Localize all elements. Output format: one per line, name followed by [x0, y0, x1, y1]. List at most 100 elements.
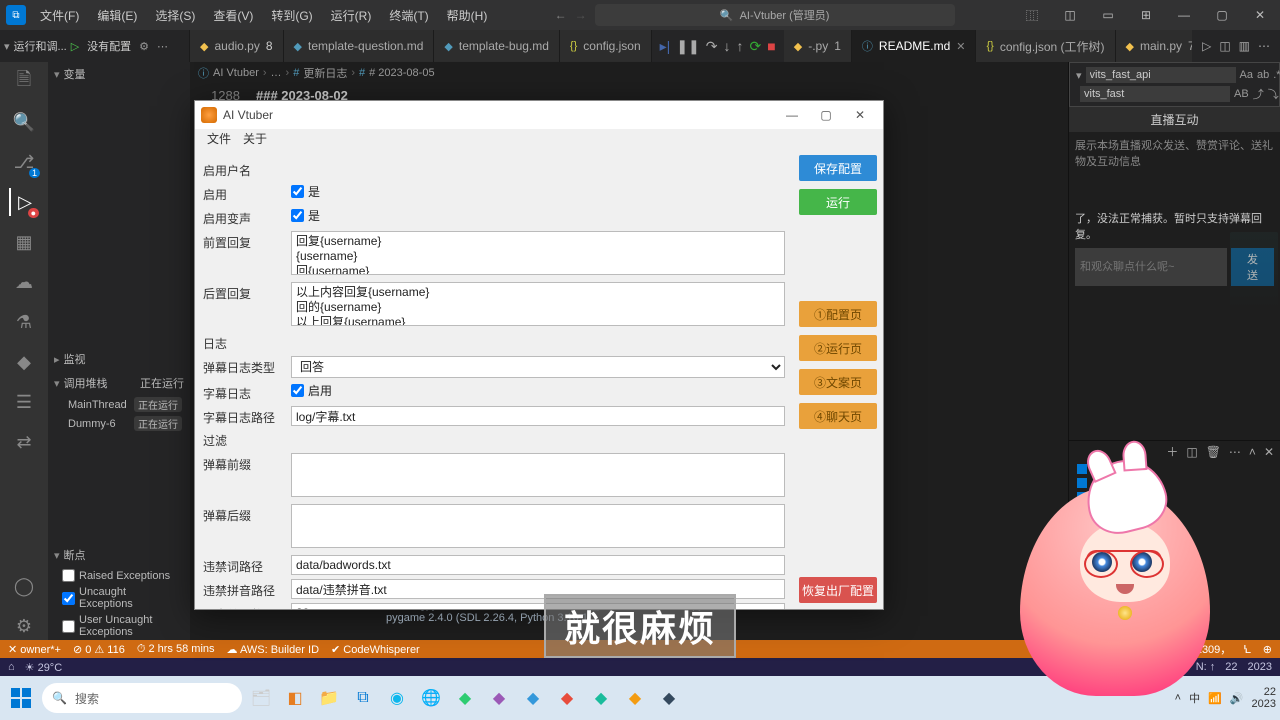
task-vscode-icon[interactable]: ⧉ [348, 683, 378, 713]
whole-word-icon[interactable]: ab [1257, 69, 1269, 81]
post-reply-textarea[interactable]: 以上内容回复{username} 回的{username} 以上回复{usern… [291, 282, 785, 326]
sys-weather[interactable]: ☀ 29°C [25, 661, 63, 674]
maximize-icon[interactable]: ▢ [1204, 1, 1240, 29]
enable-checkbox[interactable] [291, 185, 304, 198]
terminal-row[interactable]: Python Deb... [1069, 532, 1280, 546]
task-edge-icon[interactable]: ◉ [382, 683, 412, 713]
task-app4-icon[interactable]: ◆ [518, 683, 548, 713]
section-breakpoints[interactable]: ▾断点 [48, 543, 190, 567]
breakpoint-row[interactable]: Uncaught Exceptions [48, 584, 190, 612]
editor-actions[interactable]: ▷ ◫ ▥ ⋯ [1192, 30, 1280, 62]
task-app8-icon[interactable]: ◆ [654, 683, 684, 713]
debug-icon[interactable]: ▷● [9, 188, 37, 216]
tray-volume-icon[interactable]: 🔊 [1230, 692, 1244, 705]
terminal-row[interactable]: Python Deb... [1069, 504, 1280, 518]
run-file-icon[interactable]: ▷ [1202, 39, 1211, 53]
debug-stop-icon[interactable]: ■ [767, 38, 775, 54]
more-icon[interactable]: ⋯ [153, 40, 172, 53]
tab-dash-py[interactable]: ◆-.py1 [784, 30, 852, 62]
remote-icon[interactable]: ☁ [10, 268, 38, 296]
run-config[interactable]: 没有配置 [87, 38, 131, 54]
layout-icon-4[interactable]: ⊞ [1128, 1, 1164, 29]
menu-run[interactable]: 运行(R) [323, 3, 380, 28]
minimize-icon[interactable]: — [1166, 1, 1202, 29]
menu-goto[interactable]: 转到(G) [263, 3, 320, 28]
task-app2-icon[interactable]: ◆ [450, 683, 480, 713]
tab-config-worktree[interactable]: {}config.json (工作树) [976, 30, 1115, 62]
tab-template-question[interactable]: ◆template-question.md [284, 30, 435, 62]
crumb[interactable]: # 2023-08-05 [369, 67, 434, 79]
bp-checkbox[interactable] [62, 592, 75, 605]
regex-icon[interactable]: .* [1273, 69, 1280, 81]
terminal-row[interactable]: cmd [1069, 476, 1280, 490]
account-icon[interactable]: ◯ [10, 572, 38, 600]
start-button[interactable] [4, 681, 38, 715]
explorer-icon[interactable]: 🗎 [10, 68, 38, 96]
thread-row[interactable]: MainThread正在运行 [48, 395, 190, 414]
nav-fwd-icon[interactable]: → [575, 8, 587, 22]
bookmark-icon[interactable]: ☰ [10, 388, 38, 416]
match-case-icon[interactable]: Aa [1240, 69, 1253, 81]
task-app6-icon[interactable]: ◆ [586, 683, 616, 713]
statusbar-system[interactable]: ⌂ ☀ 29°C RAM 85% CPU ▓ N: ↑ 22 2023 [0, 658, 1280, 676]
crumb[interactable]: AI Vtuber [213, 67, 259, 79]
task-app5-icon[interactable]: ◆ [552, 683, 582, 713]
tab-config-json[interactable]: {}config.json [560, 30, 652, 62]
section-watch[interactable]: ▸监视 [48, 347, 190, 371]
dialog-titlebar[interactable]: AI Vtuber — ▢ ✕ [195, 101, 883, 129]
system-tray[interactable]: ˄ 中 📶 🔊 222023 [1175, 686, 1276, 710]
chevron-up-icon[interactable]: ˄ [1249, 445, 1256, 459]
status-codewhisperer[interactable]: ✔ CodeWhisperer [331, 643, 420, 656]
status-problems[interactable]: ⊘ 0 ⚠ 116 [73, 643, 125, 656]
breakpoint-row[interactable]: User Uncaught Exceptions [48, 612, 190, 640]
danmu-suffix-textarea[interactable] [291, 504, 785, 548]
tray-wifi-icon[interactable]: 📶 [1208, 692, 1222, 705]
danmu-prefix-textarea[interactable] [291, 453, 785, 497]
search-icon[interactable]: 🔍 [10, 108, 38, 136]
menu-file[interactable]: 文件(F) [32, 3, 87, 28]
gear-icon[interactable]: ⚙ [135, 40, 153, 53]
replace-all-icon[interactable]: ⤵ [1268, 86, 1279, 102]
subtitle-path-input[interactable] [291, 406, 785, 426]
menu-view[interactable]: 查看(V) [205, 3, 261, 28]
dialog-form[interactable]: 启用户名 启用 是 启用变声 是 前置回复 回复{username} {user… [195, 149, 793, 609]
task-explorer-icon[interactable]: 🗂 [246, 683, 276, 713]
layout-icon-3[interactable]: ▭ [1090, 1, 1126, 29]
badwords-input[interactable] [291, 555, 785, 575]
breadcrumbs[interactable]: ⓘ AI Vtuber› …› # 更新日志› # # 2023-08-05 [190, 62, 1068, 84]
more-icon[interactable]: ⋯ [1229, 445, 1241, 459]
terminal-row[interactable]: cmd [1069, 490, 1280, 504]
taskbar-search[interactable]: 🔍搜索 [42, 683, 242, 713]
bp-checkbox[interactable] [62, 569, 75, 582]
find-widget[interactable]: ▾ Aa ab .* 第 7 项, 共 1 项 ↑ ↓ ✕ AB ⤴ ⤵ [1069, 62, 1280, 107]
dialog-minimize-icon[interactable]: — [775, 104, 809, 126]
layout-icon[interactable]: ⿲ [1014, 1, 1050, 29]
menu-help[interactable]: 帮助(H) [439, 3, 496, 28]
subtitle-log-checkbox[interactable] [291, 384, 304, 397]
page-run-button[interactable]: ②运行页 [799, 335, 877, 361]
section-variables[interactable]: ▾变量 [48, 62, 190, 86]
find-input[interactable] [1086, 67, 1236, 83]
menu-terminal[interactable]: 终端(T) [381, 3, 436, 28]
debug-restart-icon[interactable]: ⟳ [750, 38, 762, 55]
dialog-maximize-icon[interactable]: ▢ [809, 104, 843, 126]
replace-one-icon[interactable]: ⤴ [1253, 86, 1264, 102]
status-aws[interactable]: ☁ AWS: Builder ID [227, 643, 320, 656]
debug-stepout-icon[interactable]: ↑ [737, 38, 744, 54]
crumb[interactable]: … [271, 67, 282, 79]
preserve-case-icon[interactable]: AB [1234, 88, 1249, 100]
task-folder-icon[interactable]: 📁 [314, 683, 344, 713]
status-cursor[interactable]: 行 1309， [1182, 641, 1232, 657]
voicechange-checkbox[interactable] [291, 209, 304, 222]
save-config-button[interactable]: 保存配置 [799, 155, 877, 181]
danmu-type-select[interactable]: 回答 [291, 356, 785, 378]
layout-icon-2[interactable]: ◫ [1052, 1, 1088, 29]
page-chat-button[interactable]: ④聊天页 [799, 403, 877, 429]
debug-pause-icon[interactable]: ❚❚ [676, 38, 699, 55]
add-terminal-icon[interactable]: ＋ [1166, 443, 1178, 460]
tray-lang[interactable]: 中 [1189, 690, 1200, 706]
misc-icon[interactable]: ⇄ [10, 428, 38, 456]
extensions-icon[interactable]: ▦ [10, 228, 38, 256]
dialog-menu-about[interactable]: 关于 [239, 129, 271, 149]
breakpoint-row[interactable]: Raised Exceptions [48, 567, 190, 584]
